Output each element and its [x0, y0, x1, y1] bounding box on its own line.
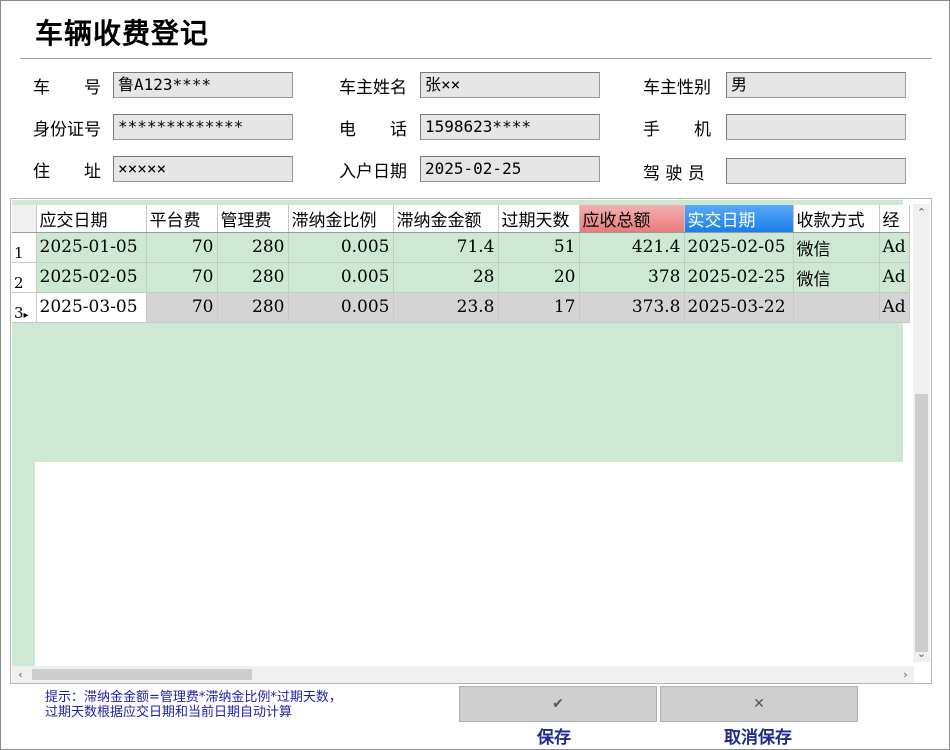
col-header-operator[interactable]: 经 — [879, 205, 910, 233]
cell-payment-method[interactable]: 微信 — [793, 262, 880, 293]
owner-name-field[interactable]: 张×× — [420, 72, 600, 98]
cell-management-fee[interactable]: 280 — [217, 262, 289, 293]
vertical-scrollbar[interactable]: ⌃ ⌄ — [913, 204, 930, 662]
owner-gender-field[interactable]: 男 — [726, 72, 906, 98]
table-row-selected[interactable]: 3▸ 2025-03-05 70 280 0.005 23.8 17 373.8… — [12, 292, 910, 323]
phone-label: 电 话 — [339, 119, 407, 140]
cell-platform-fee[interactable]: 70 — [146, 292, 218, 323]
id-no-label: 身份证号 — [33, 119, 101, 140]
scroll-right-icon[interactable]: › — [897, 666, 914, 683]
table-row[interactable]: 1 2025-01-05 70 280 0.005 71.4 51 421.4 … — [12, 232, 910, 263]
horizontal-scroll-thumb[interactable] — [32, 669, 252, 680]
scroll-up-icon[interactable]: ⌃ — [913, 204, 930, 221]
cell-due-date[interactable]: 2025-01-05 — [36, 232, 147, 263]
current-row-marker-icon: ▸ — [23, 309, 29, 321]
mobile-field[interactable] — [726, 114, 906, 140]
cell-operator[interactable]: Ad — [879, 232, 910, 263]
hint-text: 提示：滞纳金金额=管理费*滞纳金比例*过期天数， 过期天数根据应交日期和当前日期… — [45, 690, 342, 720]
page-title: 车辆收费登记 — [35, 17, 210, 50]
cell-late-amount[interactable]: 28 — [393, 262, 499, 293]
id-no-field[interactable]: ************* — [113, 114, 293, 140]
cell-overdue-days[interactable]: 17 — [498, 292, 580, 323]
table-header-row: 应交日期 平台费 管理费 滞纳金比例 滞纳金金额 过期天数 应收总额 实交日期 … — [12, 205, 910, 233]
plate-label: 车 号 — [33, 77, 101, 98]
field-driver-label-wrap: 驾 驶 员 — [643, 157, 721, 185]
cancel-save-button[interactable]: ✕ — [660, 686, 858, 722]
cell-management-fee[interactable]: 280 — [217, 232, 289, 263]
col-header-payment-method[interactable]: 收款方式 — [793, 205, 880, 233]
cell-late-amount[interactable]: 23.8 — [393, 292, 499, 323]
cell-operator[interactable]: Ad — [879, 262, 910, 293]
cancel-save-button-label[interactable]: 取消保存 — [724, 723, 792, 748]
plate-field[interactable]: 鲁A123**** — [113, 72, 293, 98]
table-row[interactable]: 2 2025-02-05 70 280 0.005 28 20 378 2025… — [12, 262, 910, 293]
cell-payment-method[interactable]: 微信 — [793, 232, 880, 263]
field-join-date-label-wrap: 入户日期 — [339, 155, 417, 183]
row-number: 3 — [14, 303, 24, 322]
fee-table: 应交日期 平台费 管理费 滞纳金比例 滞纳金金额 过期天数 应收总额 实交日期 … — [12, 205, 910, 323]
field-owner-name-label-wrap: 车主姓名 — [339, 71, 417, 99]
col-header-paid-date[interactable]: 实交日期 — [684, 205, 794, 233]
close-icon: ✕ — [753, 696, 765, 712]
mobile-label: 手 机 — [643, 119, 711, 140]
save-button-label[interactable]: 保存 — [537, 723, 571, 748]
col-header-management-fee[interactable]: 管理费 — [217, 205, 289, 233]
grid-background-left — [12, 462, 35, 668]
field-plate-label-wrap: 车 号 — [33, 71, 110, 99]
horizontal-scrollbar[interactable]: ‹ › — [12, 666, 914, 683]
cell-due-date[interactable]: 2025-02-05 — [36, 262, 147, 293]
cell-payment-method[interactable] — [793, 292, 880, 323]
col-header-overdue-days[interactable]: 过期天数 — [498, 205, 580, 233]
cell-overdue-days[interactable]: 20 — [498, 262, 580, 293]
join-date-label: 入户日期 — [339, 161, 407, 182]
address-field[interactable]: ××××× — [113, 156, 293, 182]
cell-platform-fee[interactable]: 70 — [146, 262, 218, 293]
cell-total-due[interactable]: 421.4 — [579, 232, 685, 263]
cell-late-rate[interactable]: 0.005 — [288, 292, 394, 323]
save-button[interactable]: ✔ — [459, 686, 657, 722]
driver-label: 驾 驶 员 — [643, 163, 705, 184]
cell-late-rate[interactable]: 0.005 — [288, 232, 394, 263]
scroll-left-icon[interactable]: ‹ — [12, 666, 29, 683]
fee-grid[interactable]: 应交日期 平台费 管理费 滞纳金比例 滞纳金金额 过期天数 应收总额 实交日期 … — [10, 198, 932, 684]
cell-management-fee[interactable]: 280 — [217, 292, 289, 323]
cell-total-due[interactable]: 373.8 — [579, 292, 685, 323]
cell-paid-date[interactable]: 2025-03-22 — [684, 292, 794, 323]
field-owner-gender-label-wrap: 车主性别 — [643, 71, 721, 99]
vertical-scroll-thumb[interactable] — [915, 394, 928, 652]
field-phone-label-wrap: 电 话 — [339, 113, 417, 141]
scroll-down-icon[interactable]: ⌄ — [913, 645, 930, 662]
cell-due-date[interactable]: 2025-03-05 — [36, 292, 147, 323]
cell-paid-date[interactable]: 2025-02-25 — [684, 262, 794, 293]
header-corner[interactable] — [12, 205, 37, 233]
row-header[interactable]: 3▸ — [12, 292, 37, 323]
title-divider — [20, 58, 932, 59]
col-header-platform-fee[interactable]: 平台费 — [146, 205, 218, 233]
col-header-total-due[interactable]: 应收总额 — [579, 205, 685, 233]
hint-line-2: 过期天数根据应交日期和当前日期自动计算 — [45, 705, 293, 720]
cell-late-amount[interactable]: 71.4 — [393, 232, 499, 263]
cell-overdue-days[interactable]: 51 — [498, 232, 580, 263]
row-header[interactable]: 2 — [12, 262, 37, 293]
cell-operator[interactable]: Ad — [879, 292, 910, 323]
hint-line-1: 提示：滞纳金金额=管理费*滞纳金比例*过期天数， — [45, 690, 342, 705]
cell-platform-fee[interactable]: 70 — [146, 232, 218, 263]
col-header-late-rate[interactable]: 滞纳金比例 — [288, 205, 394, 233]
cell-total-due[interactable]: 378 — [579, 262, 685, 293]
field-id-label-wrap: 身份证号 — [33, 113, 110, 141]
owner-gender-label: 车主性别 — [643, 77, 711, 98]
check-icon: ✔ — [552, 696, 564, 712]
phone-field[interactable]: 1598623**** — [420, 114, 600, 140]
address-label: 住 址 — [33, 161, 101, 182]
col-header-late-amount[interactable]: 滞纳金金额 — [393, 205, 499, 233]
owner-name-label: 车主姓名 — [339, 77, 407, 98]
row-header[interactable]: 1 — [12, 232, 37, 263]
cell-late-rate[interactable]: 0.005 — [288, 262, 394, 293]
col-header-due-date[interactable]: 应交日期 — [36, 205, 147, 233]
field-mobile-label-wrap: 手 机 — [643, 113, 721, 141]
join-date-field[interactable]: 2025-02-25 — [420, 156, 600, 182]
cell-paid-date[interactable]: 2025-02-05 — [684, 232, 794, 263]
field-address-label-wrap: 住 址 — [33, 155, 110, 183]
driver-field[interactable] — [726, 158, 906, 184]
